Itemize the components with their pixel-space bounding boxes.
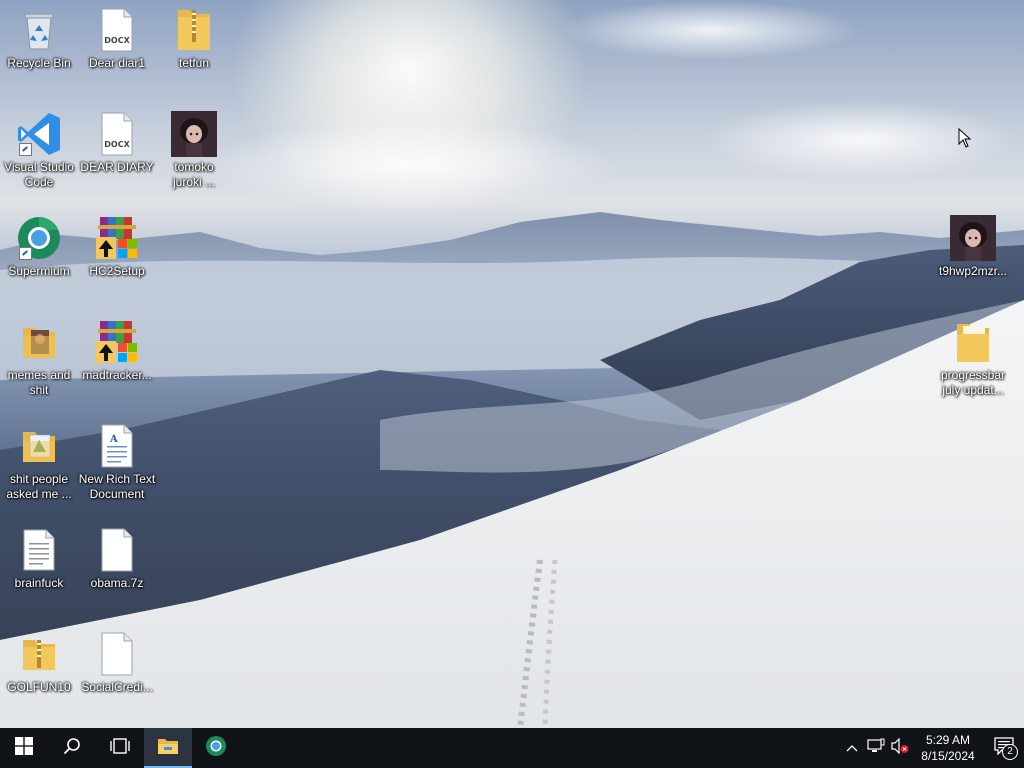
network-button[interactable] <box>864 728 888 768</box>
desktop-icon-tetfun[interactable]: tetfun <box>156 6 232 98</box>
rtf-file-icon: A <box>93 422 141 470</box>
shortcut-arrow-icon <box>19 143 32 156</box>
desktop-icon-label: GOLFUN10 <box>7 680 71 694</box>
clock-time: 5:29 AM <box>925 733 971 747</box>
image-thumbnail-icon <box>949 214 997 262</box>
network-icon <box>867 738 885 759</box>
docx-file-icon: DOCX <box>93 6 141 54</box>
show-hidden-icons-button[interactable] <box>840 728 864 768</box>
zip-folder-icon <box>15 630 63 678</box>
desktop-icon-memes-folder[interactable]: memes and shit <box>1 318 77 410</box>
desktop-icon-dear-diary[interactable]: DOCX DEAR DIARY <box>79 110 155 202</box>
taskbar-file-explorer[interactable] <box>144 728 192 768</box>
winrar-installer-icon <box>93 214 141 262</box>
task-view-icon <box>109 737 131 760</box>
system-tray: 5:29 AM 8/15/2024 2 <box>840 728 1024 768</box>
desktop-icon-label: Dear diar1 <box>88 56 146 70</box>
search-icon <box>63 737 81 760</box>
desktop-icon-hc2setup[interactable]: HC2Setup <box>79 214 155 306</box>
desktop-icon-label: madtracker... <box>82 368 152 382</box>
desktop-icon-golfun10[interactable]: GOLFUN10 <box>1 630 77 722</box>
action-center-button[interactable]: 2 <box>984 728 1024 768</box>
desktop-icon-new-rich-text-document[interactable]: A New Rich Text Document <box>79 422 155 514</box>
volume-muted-icon <box>891 737 909 759</box>
supermium-browser-icon <box>205 735 227 762</box>
taskbar-supermium[interactable] <box>192 728 240 768</box>
svg-text:DOCX: DOCX <box>104 140 130 149</box>
desktop-icon-label: HC2Setup <box>89 264 145 278</box>
svg-text:DOCX: DOCX <box>104 36 130 45</box>
clock-date: 8/15/2024 <box>921 749 975 763</box>
blank-file-icon <box>93 526 141 574</box>
desktop-icon-socialcredit[interactable]: SocialCredi... <box>79 630 155 722</box>
desktop-icon-label: shit people asked me ... <box>6 472 72 501</box>
desktop-icon-label: t9hwp2mzr... <box>938 264 1008 278</box>
docx-file-icon: DOCX <box>93 110 141 158</box>
desktop-icon-label: SocialCredi... <box>81 680 153 694</box>
taskbar-clock[interactable]: 5:29 AM 8/15/2024 <box>912 728 984 768</box>
blank-file-icon <box>93 630 141 678</box>
vscode-icon <box>15 110 63 158</box>
desktop-icon-shit-people-folder[interactable]: shit people asked me ... <box>1 422 77 514</box>
folder-icon <box>949 318 997 366</box>
desktop-icon-label: memes and shit <box>7 368 71 397</box>
desktop-icon-label: tomoko juroki ... <box>172 160 215 189</box>
desktop-icon-dear-diar1[interactable]: DOCX Dear diar1 <box>79 6 155 98</box>
desktop-icon-t9hwp2mzr-image[interactable]: t9hwp2mzr... <box>935 214 1011 306</box>
desktop-icon-label: Visual Studio Code <box>4 160 74 189</box>
desktop-icon-supermium[interactable]: Supermium <box>1 214 77 306</box>
file-explorer-icon <box>157 737 179 760</box>
desktop-icon-label: Supermium <box>8 264 70 278</box>
mouse-cursor-icon <box>958 127 972 153</box>
desktop-icon-progressbar-folder[interactable]: progressbar july updat... <box>935 318 1011 410</box>
taskbar: 5:29 AM 8/15/2024 2 <box>0 728 1024 768</box>
desktop-icon-label: progressbar july updat... <box>940 368 1006 397</box>
chevron-up-icon <box>846 739 858 757</box>
task-view-button[interactable] <box>96 728 144 768</box>
desktop-icon-label: obama.7z <box>90 576 144 590</box>
supermium-browser-icon <box>15 214 63 262</box>
desktop-icon-brainfuck[interactable]: brainfuck <box>1 526 77 618</box>
zip-folder-icon <box>170 6 218 54</box>
folder-icon <box>15 318 63 366</box>
desktop-icon-label: New Rich Text Document <box>78 472 156 501</box>
start-button[interactable] <box>0 728 48 768</box>
volume-button[interactable] <box>888 728 912 768</box>
desktop-icon-visual-studio-code[interactable]: Visual Studio Code <box>1 110 77 202</box>
desktop-icon-label: Recycle Bin <box>7 56 71 70</box>
recycle-bin-icon <box>15 6 63 54</box>
desktop-icon-madtracker[interactable]: madtracker... <box>79 318 155 410</box>
shortcut-arrow-icon <box>19 247 32 260</box>
folder-icon <box>15 422 63 470</box>
windows-start-icon <box>15 736 33 760</box>
desktop-icon-label: brainfuck <box>14 576 64 590</box>
search-button[interactable] <box>48 728 96 768</box>
desktop-icon-label: DEAR DIARY <box>80 160 154 174</box>
desktop-icon-obama-7z[interactable]: obama.7z <box>79 526 155 618</box>
desktop-icon-recycle-bin[interactable]: Recycle Bin <box>1 6 77 98</box>
desktop-icon-tomoko-image[interactable]: tomoko juroki ... <box>156 110 232 202</box>
image-thumbnail-icon <box>170 110 218 158</box>
winrar-installer-icon <box>93 318 141 366</box>
text-file-icon <box>15 526 63 574</box>
svg-text:A: A <box>109 434 118 445</box>
desktop-icon-label: tetfun <box>178 56 210 70</box>
notification-count-badge: 2 <box>1002 744 1018 760</box>
desktop-wallpaper[interactable]: Recycle Bin Visual Studio Code Supermium <box>0 0 1024 728</box>
